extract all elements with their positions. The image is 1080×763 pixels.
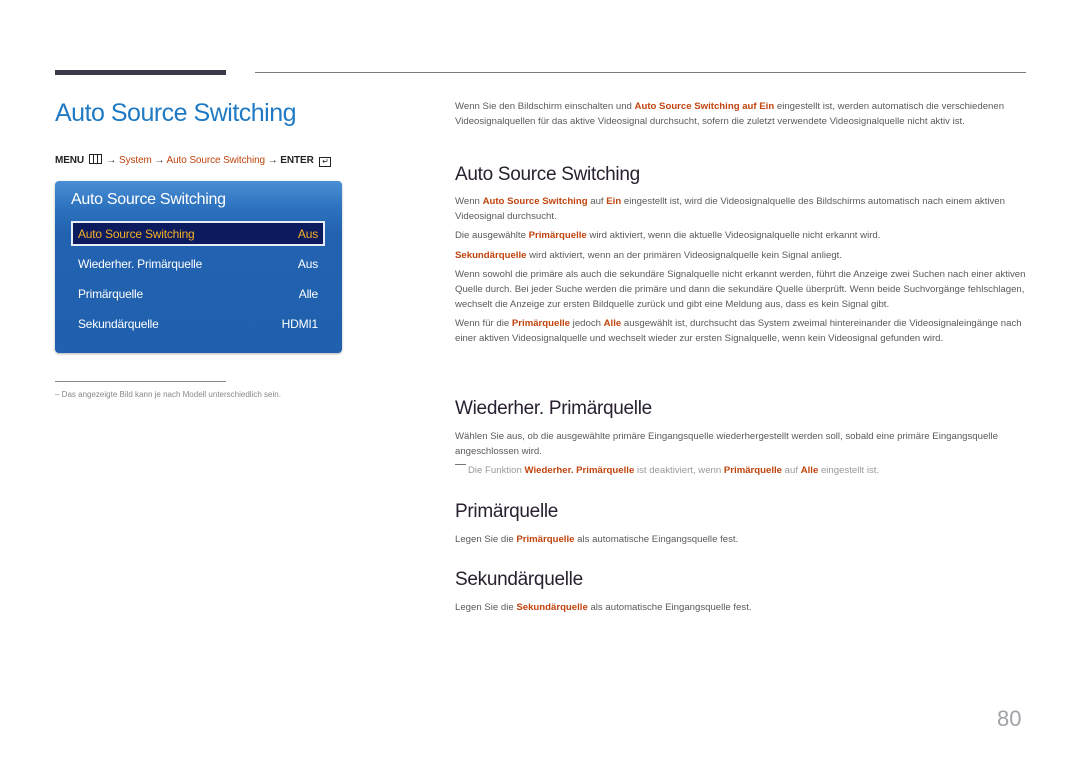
osd-item-label: Auto Source Switching [78, 226, 195, 241]
paragraph: Wenn Auto Source Switching auf Ein einge… [455, 196, 1005, 222]
osd-item-value: Aus [297, 226, 318, 241]
section-heading: Primärquelle [455, 501, 559, 522]
arrow: → [106, 155, 117, 166]
paragraph: Sekundärquelle wird aktiviert, wenn an d… [455, 249, 842, 261]
footnote: – Das angezeigte Bild kann je nach Model… [55, 390, 281, 399]
menu-path-item: Auto Source Switching [166, 155, 266, 166]
osd-item-value: HDMI1 [281, 316, 319, 331]
paragraph: Wenn sowohl die primäre als auch die sek… [455, 269, 1026, 310]
arrow: → [154, 155, 165, 166]
osd-item-value: Alle [298, 286, 318, 301]
intro-paragraph-block: Wenn Sie den Bildschirm einschalten und … [455, 100, 1027, 129]
note-dash-icon [455, 464, 466, 466]
section-wiederher-primaerquelle: Wiederher. Primärquelle Wählen Sie aus, … [455, 398, 1027, 478]
paragraph: Legen Sie die Primärquelle als automatis… [455, 534, 739, 545]
footnote-text: Das angezeigte Bild kann je nach Modell … [61, 390, 281, 399]
osd-item-label: Sekundärquelle [78, 316, 159, 331]
osd-menu-panel: Auto Source Switching Auto Source Switch… [55, 181, 342, 353]
enter-label: ENTER [280, 155, 314, 166]
note: Die Funktion Wiederher. Primärquelle ist… [455, 464, 1027, 478]
section-heading: Auto Source Switching [455, 164, 640, 185]
osd-item-sekundaerquelle[interactable]: Sekundärquelle HDMI1 [71, 311, 325, 336]
menu-path: MENU → System → Auto Source Switching → … [55, 154, 332, 167]
osd-item-wiederher-primaerquelle[interactable]: Wiederher. Primärquelle Aus [71, 251, 325, 276]
osd-item-label: Wiederher. Primärquelle [78, 256, 203, 271]
section-primaerquelle: Primärquelle Legen Sie die Primärquelle … [455, 501, 1027, 548]
section-heading: Sekundärquelle [455, 569, 583, 590]
section-auto-source-switching: Auto Source Switching Wenn Auto Source S… [455, 164, 1027, 346]
osd-title: Auto Source Switching [71, 191, 226, 208]
menu-path-system: System [119, 155, 152, 166]
menu-grid-icon [88, 154, 102, 164]
paragraph: Wenn für die Primärquelle jedoch Alle au… [455, 318, 1022, 344]
page-title: Auto Source Switching [55, 99, 297, 127]
osd-item-value: Aus [297, 256, 318, 271]
paragraph: Die ausgewählte Primärquelle wird aktivi… [455, 230, 881, 242]
paragraph: Wählen Sie aus, ob die ausgewählte primä… [455, 431, 998, 457]
section-heading: Wiederher. Primärquelle [455, 398, 652, 419]
footnote-divider [55, 381, 226, 382]
intro-paragraph: Wenn Sie den Bildschirm einschalten und … [455, 101, 1005, 127]
header-rule-thick [55, 70, 226, 75]
paragraph: Legen Sie die Sekundärquelle als automat… [455, 602, 752, 613]
arrow: → [267, 155, 278, 166]
enter-icon: ↵ [319, 157, 332, 167]
menu-label: MENU [55, 155, 85, 166]
header-rule-thin [255, 72, 1026, 73]
osd-item-primaerquelle[interactable]: Primärquelle Alle [71, 281, 325, 306]
osd-item-auto-source-switching[interactable]: Auto Source Switching Aus [71, 221, 325, 246]
section-sekundaerquelle: Sekundärquelle Legen Sie die Sekundärque… [455, 569, 1027, 616]
osd-item-label: Primärquelle [78, 286, 143, 301]
page-number: 80 [997, 706, 1022, 731]
